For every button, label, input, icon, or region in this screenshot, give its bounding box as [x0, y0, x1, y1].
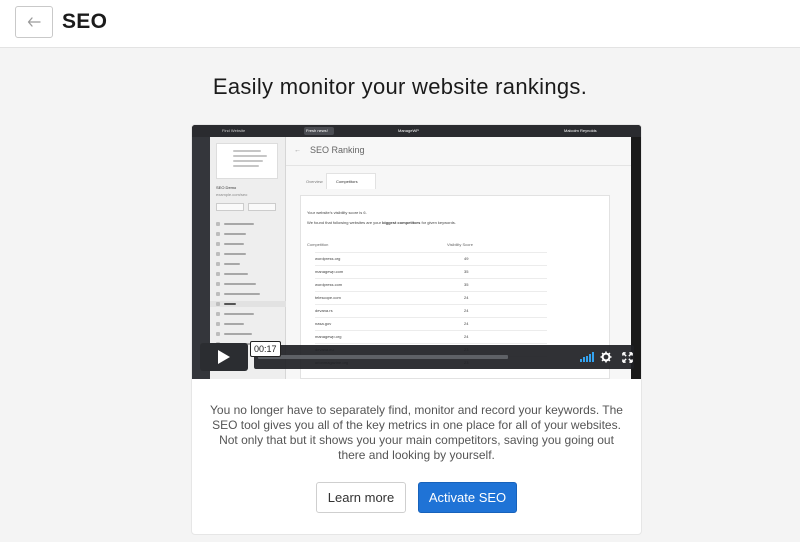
video-app-logo: ManageWP	[398, 128, 419, 133]
video-competitor-score: 35	[464, 269, 469, 274]
video-competitor-site: managewp.com	[315, 269, 344, 274]
video-user-name: Malcolm Reynolds	[564, 128, 597, 133]
top-bar: SEO	[0, 0, 800, 48]
video-row-divider	[315, 278, 547, 279]
video-tab-overview: Overview	[306, 179, 323, 184]
video-page-title: SEO Ranking	[310, 145, 365, 155]
seo-promo-card: Find Website Fresh news! ManageWP Malcol…	[191, 124, 642, 535]
video-competitor-score: 24	[464, 321, 469, 326]
video-competitor-site: managewp.org	[315, 334, 342, 339]
settings-gear-icon[interactable]	[600, 351, 612, 363]
arrow-left-icon	[27, 17, 41, 27]
video-controls: vimeo	[254, 345, 634, 369]
video-progress-bar[interactable]	[258, 355, 508, 359]
video-row-divider	[315, 252, 547, 253]
video-col-competition: Competition	[307, 242, 329, 247]
video-visibility-line: Your website's visibility score is 6.	[307, 210, 367, 215]
video-site-name: SEO Demo	[216, 185, 237, 190]
video-row-divider	[315, 304, 547, 305]
video-tab-competitors: Competitors	[336, 179, 358, 184]
video-competitor-score: 24	[464, 308, 469, 313]
video-competitor-site: devana.rs	[315, 308, 333, 313]
video-competitor-site: telescope.com	[315, 295, 341, 300]
fullscreen-icon[interactable]	[622, 352, 633, 363]
activate-seo-button[interactable]: Activate SEO	[418, 482, 517, 513]
learn-more-button[interactable]: Learn more	[316, 482, 406, 513]
video-app-topbar: Find Website Fresh news! ManageWP Malcol…	[192, 125, 641, 137]
seo-description: You no longer have to separately find, m…	[210, 403, 623, 462]
video-competitor-score: 24	[464, 334, 469, 339]
play-icon	[218, 350, 230, 364]
video-row-divider	[315, 343, 547, 344]
video-row-divider	[315, 330, 547, 331]
video-competitor-score: 24	[464, 295, 469, 300]
video-app-main: ← SEO Ranking Overview Competitors Your …	[286, 137, 631, 379]
video-competitor-score: 35	[464, 282, 469, 287]
video-player[interactable]: Find Website Fresh news! ManageWP Malcol…	[192, 125, 641, 379]
video-site-thumbnail	[216, 143, 278, 179]
video-competitor-score: 49	[464, 256, 469, 261]
video-row-divider	[315, 291, 547, 292]
play-button[interactable]	[200, 343, 248, 371]
video-time-badge: 00:17	[250, 341, 281, 357]
volume-icon[interactable]	[580, 352, 594, 362]
video-news-tag: Fresh news!	[306, 128, 328, 133]
video-site-picker: Find Website	[222, 128, 246, 133]
section-heading: Easily monitor your website rankings.	[212, 74, 588, 99]
video-row-divider	[315, 317, 547, 318]
back-button[interactable]	[15, 6, 53, 38]
video-site-sub: example.com/seo	[216, 192, 248, 197]
video-competitor-site: wordpress.com	[315, 282, 343, 287]
video-col-visibility: Visibility Score	[447, 242, 473, 247]
video-row-divider	[315, 265, 547, 266]
video-competitor-site: nasa.gov	[315, 321, 332, 326]
video-competitor-site: wordpress.org	[315, 256, 341, 261]
page-title: SEO	[62, 10, 108, 33]
